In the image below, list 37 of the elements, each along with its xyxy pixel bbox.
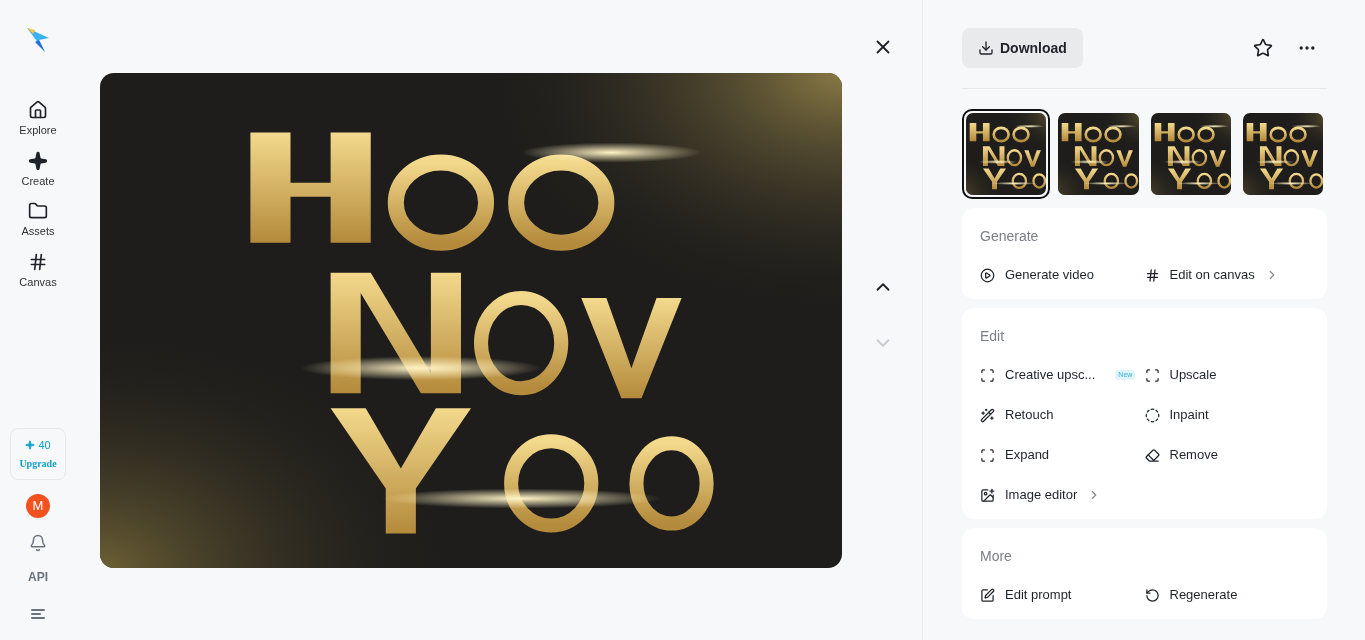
star-icon[interactable] bbox=[1253, 38, 1273, 58]
download-icon bbox=[978, 40, 994, 56]
nav-item[interactable]: Assets bbox=[8, 199, 68, 242]
section-title: Edit bbox=[980, 327, 1006, 346]
menu-item[interactable]: Upscale bbox=[1144, 355, 1309, 395]
folder-icon bbox=[28, 201, 48, 221]
dashed-circle-icon bbox=[1144, 407, 1160, 423]
menu-item[interactable]: Generate video bbox=[980, 255, 1145, 295]
nav-item[interactable]: Canvas bbox=[8, 249, 68, 292]
menu-item[interactable]: Retouch bbox=[980, 395, 1145, 435]
edit-icon bbox=[980, 587, 995, 603]
nav-item[interactable]: Create bbox=[8, 148, 68, 191]
menu-item[interactable]: Expand bbox=[980, 435, 1145, 475]
sparkle-icon bbox=[28, 150, 48, 171]
eraser-icon bbox=[1144, 447, 1160, 463]
download-button[interactable]: Download bbox=[962, 28, 1083, 68]
menu-item[interactable]: Inpaint bbox=[1144, 395, 1309, 435]
avatar[interactable]: M bbox=[26, 494, 50, 518]
nav-item[interactable]: Explore bbox=[8, 98, 68, 141]
api-link[interactable]: API bbox=[28, 568, 48, 586]
image-icon bbox=[980, 487, 995, 503]
menu-item[interactable]: Regenerate bbox=[1144, 575, 1309, 615]
play-icon bbox=[980, 267, 995, 283]
wand-icon bbox=[980, 407, 995, 423]
menu-item[interactable]: Edit prompt bbox=[980, 575, 1145, 615]
section-title: More bbox=[980, 547, 1013, 566]
menu-icon[interactable] bbox=[30, 608, 46, 620]
section-title: Generate bbox=[980, 227, 1040, 246]
sparkle-icon bbox=[25, 440, 36, 450]
menu-item[interactable]: Edit on canvas bbox=[1144, 255, 1309, 295]
house-icon bbox=[28, 100, 48, 120]
expand-icon bbox=[980, 447, 995, 463]
menu-item[interactable]: Remove bbox=[1144, 435, 1309, 475]
rotate-icon bbox=[1144, 587, 1160, 603]
bell-icon[interactable] bbox=[29, 534, 47, 552]
credit-count: 40 bbox=[38, 437, 51, 453]
menu-item[interactable]: Image editor bbox=[980, 475, 1145, 515]
